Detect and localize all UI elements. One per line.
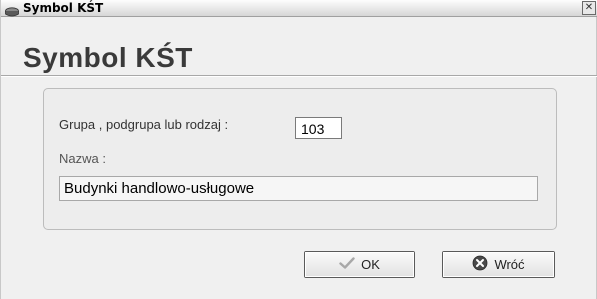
window-title: Symbol KŚT	[23, 1, 104, 15]
name-field[interactable]: Budynki handlowo-usługowe	[59, 176, 538, 201]
divider-highlight	[1, 76, 597, 77]
back-button[interactable]: Wróć	[442, 251, 555, 278]
app-icon	[5, 3, 19, 17]
close-icon: ✕	[584, 2, 594, 13]
close-button[interactable]: ✕	[582, 1, 596, 15]
ok-button[interactable]: OK	[304, 251, 415, 278]
group-label: Grupa , podgrupa lub rodzaj :	[59, 117, 229, 132]
group-code-input[interactable]: 103	[295, 117, 342, 139]
page-title: Symbol KŚT	[23, 42, 193, 73]
form-panel	[43, 88, 557, 230]
checkmark-icon	[339, 257, 355, 272]
back-button-label: Wróć	[494, 257, 525, 272]
ok-button-label: OK	[361, 257, 380, 272]
title-bar[interactable]: Symbol KŚT ✕	[1, 0, 597, 17]
cancel-circle-icon	[472, 255, 488, 274]
dialog-window: Symbol KŚT ✕ Symbol KŚT Grupa , podgrupa…	[0, 0, 597, 299]
name-label: Nazwa :	[59, 151, 106, 166]
